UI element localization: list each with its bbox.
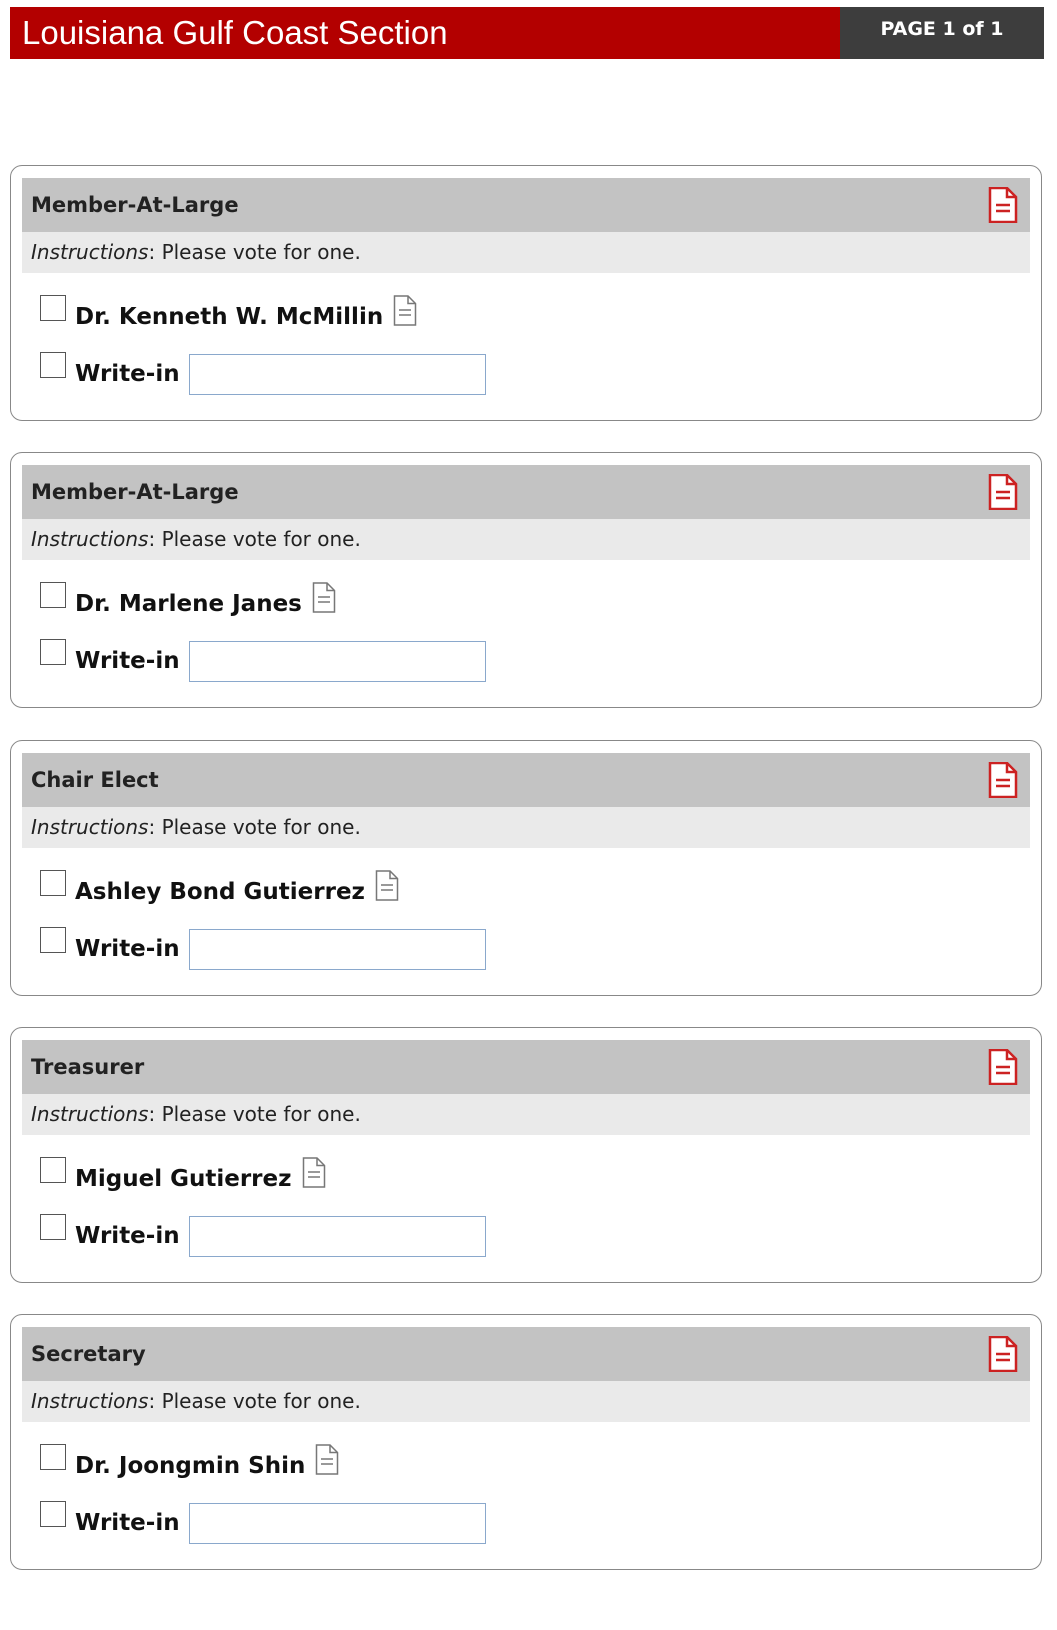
write-in-row: Write-in bbox=[40, 350, 486, 395]
document-icon[interactable] bbox=[312, 581, 336, 613]
instructions-text: : Please vote for one. bbox=[148, 1389, 361, 1413]
candidate-checkbox[interactable] bbox=[40, 1444, 66, 1470]
write-in-label: Write-in bbox=[75, 361, 180, 387]
candidate-row: Dr. Kenneth W. McMillin bbox=[40, 293, 417, 333]
instructions: Instructions: Please vote for one. bbox=[22, 807, 1030, 848]
ballot-position: Treasurer Instructions: Please vote for … bbox=[10, 1027, 1042, 1283]
candidate-name: Ashley Bond Gutierrez bbox=[75, 879, 365, 905]
instructions: Instructions: Please vote for one. bbox=[22, 1381, 1030, 1422]
candidate-checkbox[interactable] bbox=[40, 870, 66, 896]
document-icon[interactable] bbox=[302, 1156, 326, 1188]
write-in-input[interactable] bbox=[188, 640, 486, 682]
pdf-document-icon[interactable] bbox=[988, 187, 1018, 223]
position-title: Member-At-Large bbox=[31, 480, 239, 504]
candidate-name: Miguel Gutierrez bbox=[75, 1166, 292, 1192]
position-header: Secretary bbox=[22, 1327, 1030, 1381]
ballot-position: Secretary Instructions: Please vote for … bbox=[10, 1314, 1042, 1570]
pdf-document-icon[interactable] bbox=[988, 1049, 1018, 1085]
candidate-checkbox[interactable] bbox=[40, 1157, 66, 1183]
document-icon[interactable] bbox=[315, 1443, 339, 1475]
instructions-text: : Please vote for one. bbox=[148, 527, 361, 551]
instructions-label: Instructions bbox=[31, 527, 149, 551]
ballot-position: Chair Elect Instructions: Please vote fo… bbox=[10, 740, 1042, 996]
instructions-label: Instructions bbox=[31, 240, 149, 264]
write-in-row: Write-in bbox=[40, 1212, 486, 1257]
instructions-label: Instructions bbox=[31, 815, 149, 839]
write-in-input[interactable] bbox=[188, 928, 486, 970]
write-in-checkbox[interactable] bbox=[40, 352, 66, 378]
section-title: Louisiana Gulf Coast Section bbox=[10, 7, 840, 59]
page-indicator: PAGE 1 of 1 bbox=[840, 7, 1044, 59]
instructions: Instructions: Please vote for one. bbox=[22, 519, 1030, 560]
instructions-label: Instructions bbox=[31, 1102, 149, 1126]
write-in-label: Write-in bbox=[75, 936, 180, 962]
write-in-row: Write-in bbox=[40, 637, 486, 682]
position-title: Member-At-Large bbox=[31, 193, 239, 217]
position-header: Chair Elect bbox=[22, 753, 1030, 807]
write-in-checkbox[interactable] bbox=[40, 927, 66, 953]
candidate-name: Dr. Marlene Janes bbox=[75, 591, 302, 617]
write-in-row: Write-in bbox=[40, 925, 486, 970]
instructions-label: Instructions bbox=[31, 1389, 149, 1413]
position-header: Member-At-Large bbox=[22, 178, 1030, 232]
pdf-document-icon[interactable] bbox=[988, 1336, 1018, 1372]
candidate-row: Miguel Gutierrez bbox=[40, 1155, 326, 1195]
write-in-input[interactable] bbox=[188, 1502, 486, 1544]
position-title: Treasurer bbox=[31, 1055, 145, 1079]
instructions: Instructions: Please vote for one. bbox=[22, 1094, 1030, 1135]
write-in-input[interactable] bbox=[188, 353, 486, 395]
instructions-text: : Please vote for one. bbox=[148, 240, 361, 264]
position-title: Chair Elect bbox=[31, 768, 159, 792]
instructions-text: : Please vote for one. bbox=[148, 815, 361, 839]
pdf-document-icon[interactable] bbox=[988, 474, 1018, 510]
write-in-label: Write-in bbox=[75, 1223, 180, 1249]
candidate-name: Dr. Kenneth W. McMillin bbox=[75, 304, 384, 330]
ballot-position: Member-At-Large Instructions: Please vot… bbox=[10, 165, 1042, 421]
document-icon[interactable] bbox=[375, 869, 399, 901]
pdf-document-icon[interactable] bbox=[988, 762, 1018, 798]
instructions-text: : Please vote for one. bbox=[148, 1102, 361, 1126]
candidate-row: Dr. Joongmin Shin bbox=[40, 1442, 339, 1482]
page-header: Louisiana Gulf Coast Section PAGE 1 of 1 bbox=[10, 7, 1044, 59]
document-icon[interactable] bbox=[393, 294, 417, 326]
write-in-checkbox[interactable] bbox=[40, 1214, 66, 1240]
candidate-row: Ashley Bond Gutierrez bbox=[40, 868, 399, 908]
ballot-position: Member-At-Large Instructions: Please vot… bbox=[10, 452, 1042, 708]
write-in-checkbox[interactable] bbox=[40, 1501, 66, 1527]
position-header: Treasurer bbox=[22, 1040, 1030, 1094]
write-in-row: Write-in bbox=[40, 1499, 486, 1544]
position-header: Member-At-Large bbox=[22, 465, 1030, 519]
candidate-checkbox[interactable] bbox=[40, 295, 66, 321]
write-in-checkbox[interactable] bbox=[40, 639, 66, 665]
write-in-label: Write-in bbox=[75, 1510, 180, 1536]
candidate-checkbox[interactable] bbox=[40, 582, 66, 608]
candidate-name: Dr. Joongmin Shin bbox=[75, 1453, 306, 1479]
write-in-input[interactable] bbox=[188, 1215, 486, 1257]
instructions: Instructions: Please vote for one. bbox=[22, 232, 1030, 273]
position-title: Secretary bbox=[31, 1342, 146, 1366]
candidate-row: Dr. Marlene Janes bbox=[40, 580, 336, 620]
write-in-label: Write-in bbox=[75, 648, 180, 674]
